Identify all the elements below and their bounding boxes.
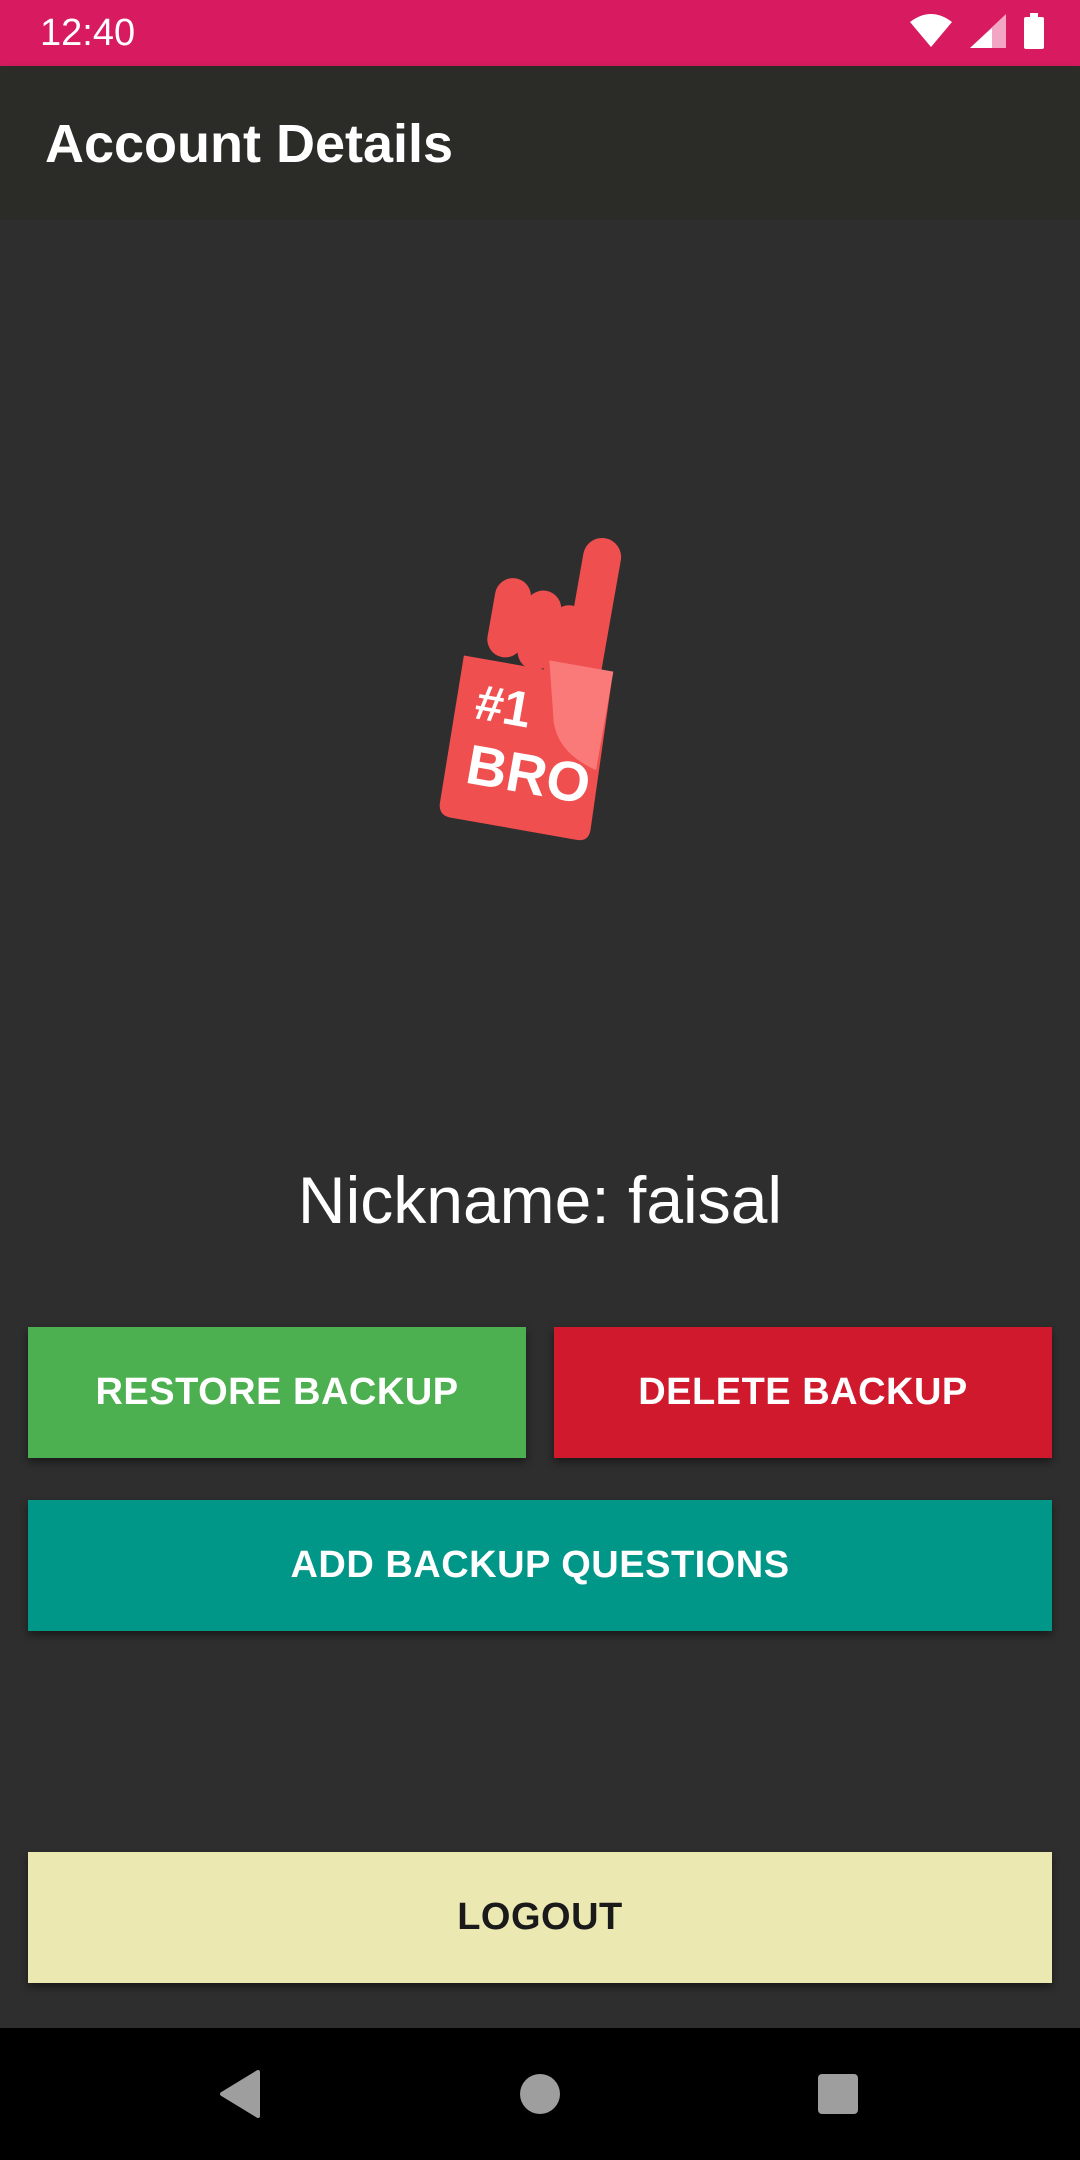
status-time: 12:40 — [40, 12, 136, 54]
delete-backup-button[interactable]: DELETE BACKUP — [554, 1327, 1052, 1458]
system-nav-bar — [0, 2028, 1080, 2160]
restore-backup-button[interactable]: RESTORE BACKUP — [28, 1327, 526, 1458]
main-content: #1 BRO Nickname: faisal RESTORE BACKUP D… — [0, 220, 1080, 2028]
avatar-text-number: #1 — [471, 674, 536, 739]
home-icon[interactable] — [510, 2064, 570, 2124]
nickname-label: Nickname: faisal — [297, 1163, 783, 1237]
status-bar: 12:40 — [0, 0, 1080, 66]
logout-button[interactable]: LOGOUT — [28, 1852, 1052, 1983]
status-icons — [910, 12, 1044, 54]
foam-finger-icon: #1 BRO — [439, 537, 622, 841]
app-bar: Account Details — [0, 66, 1080, 220]
battery-icon — [1024, 12, 1044, 54]
avatar: #1 BRO — [420, 520, 670, 850]
add-backup-questions-button[interactable]: ADD BACKUP QUESTIONS — [28, 1500, 1052, 1631]
back-icon[interactable] — [210, 2064, 270, 2124]
cell-signal-icon — [970, 13, 1006, 53]
wifi-icon — [910, 13, 952, 53]
recents-icon[interactable] — [808, 2064, 868, 2124]
page-title: Account Details — [45, 114, 454, 174]
